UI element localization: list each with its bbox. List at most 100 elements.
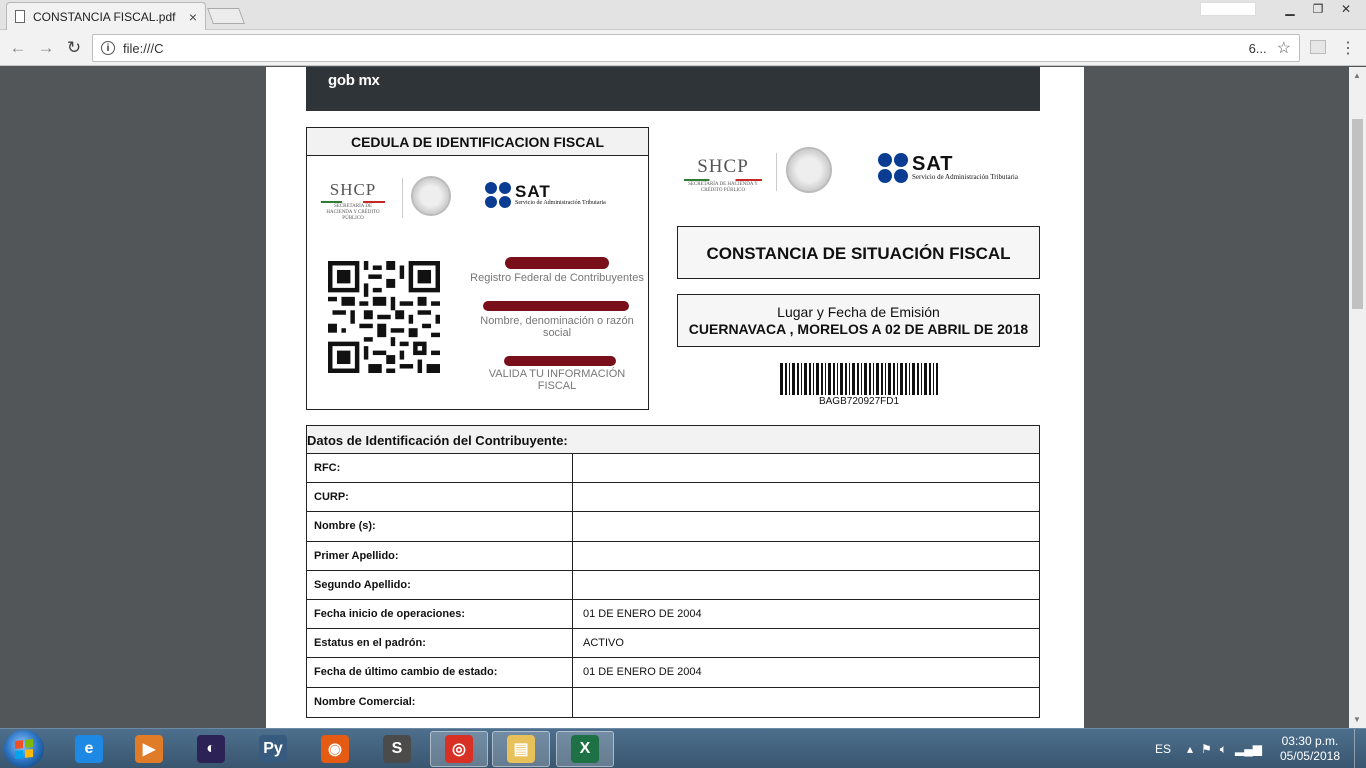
name-label: Nombre, denominación o razón social <box>480 315 634 339</box>
tab-pdf[interactable]: CONSTANCIA FISCAL.pdf × <box>6 2 206 30</box>
info-icon[interactable]: i <box>101 41 115 55</box>
barcode-bar <box>801 363 802 395</box>
mexico-seal-icon <box>411 176 451 216</box>
vertical-scrollbar[interactable]: ▲ ▼ <box>1349 67 1366 728</box>
barcode-bar <box>821 363 823 395</box>
barcode-bar <box>881 363 883 395</box>
banner-text: gob mx <box>328 72 380 89</box>
taskbar-app-excel[interactable]: X <box>556 731 614 767</box>
action-center-icon[interactable]: ⚑ <box>1201 742 1212 756</box>
chrome-icon: ◎ <box>445 735 473 763</box>
language-indicator[interactable]: ES <box>1155 742 1171 756</box>
clock[interactable]: 03:30 p.m. 05/05/2018 <box>1280 734 1340 764</box>
bookmark-star-icon[interactable]: ☆ <box>1277 38 1291 58</box>
table-row: Estatus en el padrón: ACTIVO <box>307 629 1039 659</box>
barcode-bar <box>912 363 915 395</box>
internet-explorer-icon: e <box>75 735 103 763</box>
redacted-valida <box>504 356 616 366</box>
taskbar-app-firefox[interactable]: ◉ <box>306 731 364 767</box>
taskbar-app-eclipse[interactable]: ◐ <box>182 731 240 767</box>
extension-icon[interactable] <box>1310 40 1326 54</box>
network-icon[interactable]: ▂▄▆ <box>1235 742 1262 756</box>
show-hidden-icons-icon[interactable]: ▴ <box>1187 742 1193 756</box>
taskbar-app-internet-explorer[interactable]: e <box>60 731 118 767</box>
forward-button[interactable]: → <box>32 34 60 62</box>
system-tray: ES ▴ ⚑ 🔈︎ ▂▄▆ 03:30 p.m. 05/05/2018 <box>1155 729 1366 768</box>
redacted-rfc <box>505 257 609 269</box>
python-idle-icon: Py <box>259 735 287 763</box>
browser-toolbar: ← → ↻ i file:///C 6... ☆ ⋮ <box>0 30 1366 66</box>
scroll-down-icon[interactable]: ▼ <box>1353 715 1361 724</box>
table-row: Nombre (s): <box>307 512 1039 542</box>
scrollbar-thumb[interactable] <box>1352 119 1363 309</box>
redacted-name <box>483 301 629 311</box>
table-row: Primer Apellido: <box>307 541 1039 571</box>
barcode-bar <box>864 363 867 395</box>
barcode-bar <box>857 363 859 395</box>
barcode-bar <box>825 363 826 395</box>
gobmx-banner: gob mx <box>306 67 1040 111</box>
barcode-bar <box>921 363 922 395</box>
barcode-bar <box>785 363 787 395</box>
barcode-bar <box>869 363 871 395</box>
barcode-bar <box>897 363 898 395</box>
shcp-logo: SHCP SECRETARÍA DE HACIENDA Y CRÉDITO PÚ… <box>321 180 385 222</box>
profile-area[interactable] <box>1200 2 1256 16</box>
table-row: RFC: <box>307 454 1039 484</box>
firefox-icon: ◉ <box>321 735 349 763</box>
mexico-seal-large-icon <box>786 147 832 193</box>
barcode-bar <box>933 363 934 395</box>
reload-button[interactable]: ↻ <box>60 34 88 62</box>
show-desktop-button[interactable] <box>1354 729 1366 768</box>
taskbar-app-chrome[interactable]: ◎ <box>430 731 488 767</box>
restore-button[interactable]: ❐ <box>1304 0 1332 18</box>
volume-icon[interactable]: 🔈︎ <box>1220 742 1227 757</box>
taskbar-app-sublime-text[interactable]: S <box>368 731 426 767</box>
clock-time: 03:30 p.m. <box>1281 734 1339 748</box>
sat-logo: SAT Servicio de Administración Tributari… <box>485 182 606 208</box>
barcode-bar <box>837 363 838 395</box>
barcode-bar <box>813 363 814 395</box>
tab-title: CONSTANCIA FISCAL.pdf <box>33 9 176 24</box>
qr-code[interactable] <box>328 261 440 373</box>
datos-table: Datos de Identificación del Contribuyent… <box>306 425 1040 718</box>
start-button[interactable] <box>4 730 44 768</box>
back-button[interactable]: ← <box>4 34 32 62</box>
taskbar-app-media-player[interactable]: ▶ <box>120 731 178 767</box>
taskbar-app-file-explorer[interactable]: ▤ <box>492 731 550 767</box>
barcode-bar <box>804 363 807 395</box>
new-tab-button[interactable] <box>207 8 245 24</box>
barcode-bar <box>840 363 843 395</box>
barcode-bar <box>888 363 891 395</box>
barcode-bar <box>905 363 907 395</box>
minimize-button[interactable]: ▁ <box>1276 0 1304 18</box>
barcode-bar <box>828 363 831 395</box>
excel-icon: X <box>571 735 599 763</box>
barcode-bar <box>924 363 927 395</box>
pdf-viewer: ▲ ▼ gob mx CEDULA DE IDENTIFICACION FISC… <box>0 67 1366 728</box>
barcode-bar <box>900 363 903 395</box>
barcode-bar <box>861 363 862 395</box>
tab-close-icon[interactable]: × <box>189 9 197 25</box>
clock-date: 05/05/2018 <box>1279 749 1340 763</box>
barcode-bar <box>797 363 799 395</box>
url-text[interactable]: file:///C <box>123 41 1249 56</box>
file-explorer-icon: ▤ <box>507 735 535 763</box>
barcode-bar <box>917 363 919 395</box>
datos-title: Datos de Identificación del Contribuyent… <box>307 426 1039 454</box>
address-bar[interactable]: i file:///C 6... ☆ <box>92 34 1300 62</box>
lugar-fecha-box: Lugar y Fecha de Emisión CUERNAVACA , MO… <box>677 294 1040 347</box>
lugar-value: CUERNAVACA , MORELOS A 02 DE ABRIL DE 20… <box>688 321 1029 337</box>
barcode <box>780 363 938 395</box>
table-row: CURP: <box>307 483 1039 513</box>
scroll-up-icon[interactable]: ▲ <box>1353 71 1361 80</box>
barcode-text: BAGB720927FD1 <box>818 396 900 407</box>
barcode-bar <box>849 363 850 395</box>
logo-divider-large <box>776 153 777 191</box>
constancia-title: CONSTANCIA DE SITUACIÓN FISCAL <box>677 226 1040 279</box>
close-window-button[interactable]: ✕ <box>1332 0 1360 18</box>
cedula-title: CEDULA DE IDENTIFICACION FISCAL <box>307 128 648 156</box>
barcode-bar <box>833 363 835 395</box>
chrome-menu-icon[interactable]: ⋮ <box>1340 38 1356 58</box>
taskbar-app-python-idle[interactable]: Py <box>244 731 302 767</box>
